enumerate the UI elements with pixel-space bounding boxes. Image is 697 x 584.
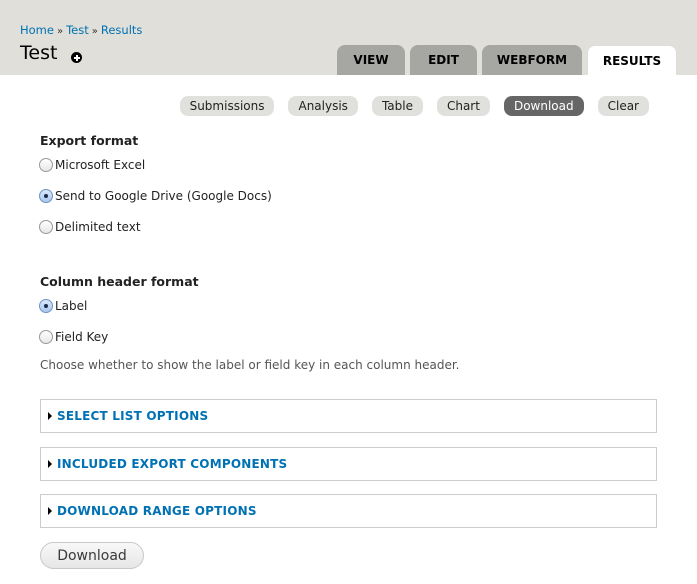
- column-header-format-title: Column header format: [40, 274, 199, 289]
- radio-label: Microsoft Excel: [55, 158, 146, 172]
- fieldset-legend[interactable]: SELECT LIST OPTIONS: [57, 409, 208, 423]
- breadcrumb-separator: »: [56, 26, 64, 37]
- radio-label: Delimited text: [55, 220, 141, 234]
- radio-label: Label: [55, 299, 88, 313]
- breadcrumb: Home» Test» Results: [20, 23, 142, 37]
- tab-webform[interactable]: WEBFORM: [482, 45, 582, 75]
- subtab-submissions[interactable]: Submissions: [179, 96, 275, 116]
- collapsed-triangle-icon: [48, 412, 52, 420]
- breadcrumb-test[interactable]: Test: [66, 23, 89, 37]
- fieldset-download-range-options[interactable]: DOWNLOAD RANGE OPTIONS: [40, 494, 657, 528]
- tab-view[interactable]: VIEW: [337, 45, 405, 75]
- radio-delimited[interactable]: [39, 220, 53, 234]
- radio-label: Field Key: [55, 330, 109, 344]
- breadcrumb-results[interactable]: Results: [101, 23, 143, 37]
- subtab-clear[interactable]: Clear: [597, 96, 649, 116]
- header-format-option-label[interactable]: Label: [39, 299, 87, 313]
- export-format-option-excel[interactable]: Microsoft Excel: [39, 158, 145, 172]
- add-shortcut-icon[interactable]: [71, 52, 82, 63]
- export-format-option-delimited[interactable]: Delimited text: [39, 220, 141, 234]
- subtab-chart[interactable]: Chart: [436, 96, 490, 116]
- tab-results[interactable]: RESULTS: [587, 45, 677, 75]
- subtab-table[interactable]: Table: [371, 96, 423, 116]
- fieldset-select-list-options[interactable]: SELECT LIST OPTIONS: [40, 399, 657, 433]
- breadcrumb-home[interactable]: Home: [20, 23, 54, 37]
- export-format-option-google-drive[interactable]: Send to Google Drive (Google Docs): [39, 189, 272, 203]
- header-format-option-field-key[interactable]: Field Key: [39, 330, 108, 344]
- subtab-download[interactable]: Download: [503, 96, 584, 116]
- fieldset-legend[interactable]: DOWNLOAD RANGE OPTIONS: [57, 504, 257, 518]
- breadcrumb-separator: »: [91, 26, 98, 37]
- page-header: Home» Test» Results Test VIEW EDIT WEBFORM…: [0, 0, 697, 75]
- radio-label: Send to Google Drive (Google Docs): [55, 189, 272, 203]
- fieldset-included-export-components[interactable]: INCLUDED EXPORT COMPONENTS: [40, 447, 657, 481]
- subtab-analysis[interactable]: Analysis: [288, 96, 358, 116]
- column-header-description: Choose whether to show the label or fiel…: [40, 358, 460, 372]
- radio-excel[interactable]: [39, 158, 53, 172]
- page-title: Test: [20, 42, 58, 64]
- radio-label-option[interactable]: [39, 299, 53, 313]
- collapsed-triangle-icon: [48, 507, 52, 515]
- download-button[interactable]: Download: [40, 542, 144, 569]
- fieldset-legend[interactable]: INCLUDED EXPORT COMPONENTS: [57, 457, 287, 471]
- radio-field-key[interactable]: [39, 330, 53, 344]
- export-format-title: Export format: [40, 133, 139, 148]
- secondary-tabs: Submissions Analysis Table Chart Downloa…: [166, 96, 649, 116]
- tab-edit[interactable]: EDIT: [410, 45, 477, 75]
- collapsed-triangle-icon: [48, 460, 52, 468]
- radio-google-drive[interactable]: [39, 189, 53, 203]
- primary-tabs: VIEW EDIT WEBFORM RESULTS: [337, 45, 682, 75]
